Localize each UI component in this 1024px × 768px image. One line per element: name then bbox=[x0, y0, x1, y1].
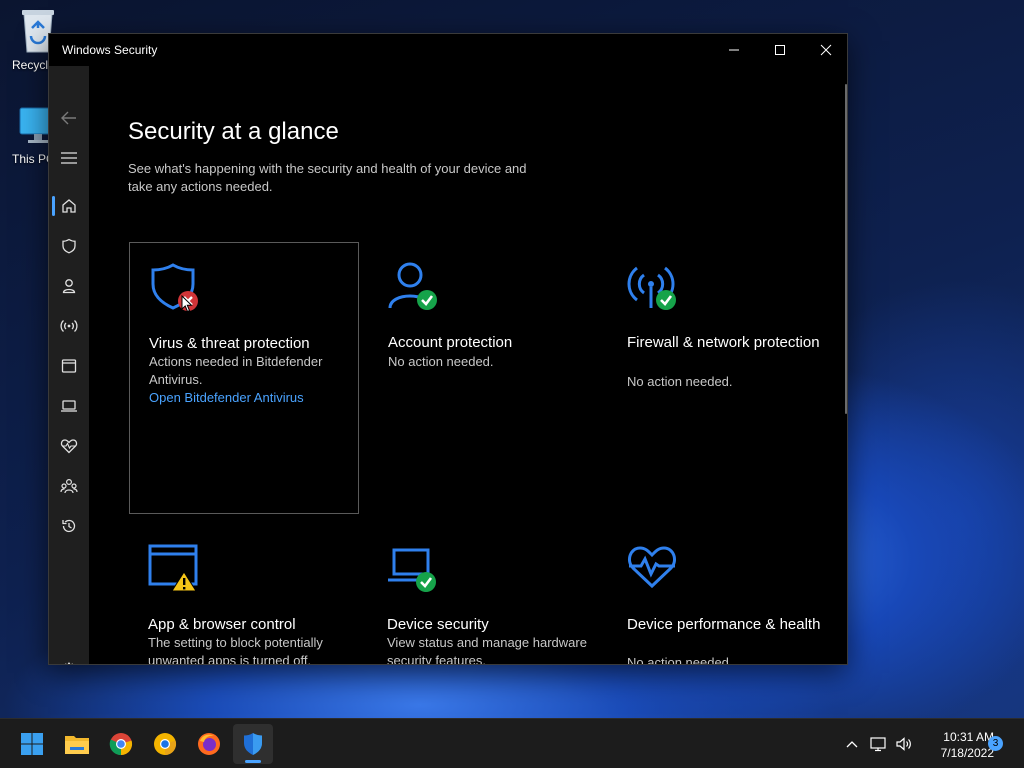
tray-network-button[interactable] bbox=[868, 719, 890, 768]
nav-item-family[interactable] bbox=[49, 466, 89, 506]
tile-description: No action needed. bbox=[627, 374, 733, 389]
person-icon bbox=[388, 262, 437, 310]
taskbar-firefox[interactable] bbox=[189, 724, 229, 764]
notification-badge[interactable]: 3 bbox=[988, 736, 1003, 751]
page-subtitle: See what's happening with the security a… bbox=[128, 161, 527, 194]
navigation-rail bbox=[49, 66, 89, 664]
taskbar: 10:31 AM 7/18/2022 bbox=[0, 718, 1024, 768]
back-arrow-icon bbox=[61, 111, 76, 125]
taskbar-chrome[interactable] bbox=[101, 724, 141, 764]
tile-firewall-network-protection[interactable]: Firewall & network protection No action … bbox=[608, 242, 838, 514]
nav-item-settings[interactable] bbox=[49, 650, 89, 664]
windows-security-window: Windows Security Security at a glance Se… bbox=[48, 33, 848, 665]
tile-title: Virus & threat protection bbox=[149, 335, 310, 352]
app-window-icon bbox=[61, 359, 77, 373]
start-button[interactable] bbox=[12, 724, 52, 764]
nav-item-app-browser[interactable] bbox=[49, 346, 89, 386]
history-icon bbox=[62, 519, 76, 533]
antenna-icon bbox=[627, 266, 676, 310]
hamburger-menu-icon bbox=[61, 152, 77, 164]
vertical-scrollbar[interactable] bbox=[845, 84, 847, 414]
tile-description: The setting to block potentially unwante… bbox=[148, 635, 323, 665]
nav-item-home[interactable] bbox=[49, 186, 89, 226]
firefox-icon bbox=[198, 733, 220, 755]
title-bar[interactable]: Windows Security bbox=[49, 34, 847, 66]
tile-virus-threat-protection[interactable]: Virus & threat protection Actions needed… bbox=[129, 242, 359, 514]
tile-title: App & browser control bbox=[148, 616, 296, 633]
antenna-icon bbox=[60, 320, 78, 332]
shield-icon bbox=[244, 733, 262, 755]
tile-description: View status and manage hardware security… bbox=[387, 635, 587, 665]
tile-title: Account protection bbox=[388, 334, 513, 351]
nav-item-device-security[interactable] bbox=[49, 386, 89, 426]
network-icon bbox=[870, 737, 886, 752]
home-icon bbox=[62, 199, 76, 213]
minimize-icon bbox=[729, 49, 739, 51]
heart-pulse-icon bbox=[60, 439, 78, 454]
shield-icon bbox=[151, 263, 198, 311]
laptop-icon bbox=[61, 400, 77, 412]
chrome-icon bbox=[109, 733, 133, 756]
open-bitdefender-link[interactable]: Open Bitdefender Antivirus bbox=[149, 389, 359, 407]
nav-item-firewall[interactable] bbox=[49, 306, 89, 346]
gear-icon bbox=[65, 662, 73, 664]
tray-volume-button[interactable] bbox=[893, 719, 915, 768]
mouse-cursor-icon bbox=[181, 295, 193, 313]
volume-icon bbox=[896, 737, 911, 751]
shield-icon bbox=[62, 238, 76, 254]
person-icon bbox=[62, 279, 76, 294]
window-title: Windows Security bbox=[62, 43, 158, 57]
clock-date: 7/18/2022 bbox=[940, 746, 994, 760]
nav-menu-button[interactable] bbox=[49, 138, 89, 178]
tile-device-security[interactable]: Device security View status and manage h… bbox=[368, 524, 598, 665]
page-title: Security at a glance bbox=[128, 118, 339, 145]
nav-item-virus-threat[interactable] bbox=[49, 226, 89, 266]
close-button[interactable] bbox=[803, 34, 847, 66]
minimize-button[interactable] bbox=[711, 34, 757, 66]
taskbar-windows-security[interactable] bbox=[233, 724, 273, 764]
tile-title: Firewall & network protection bbox=[627, 334, 820, 351]
maximize-button[interactable] bbox=[757, 34, 803, 66]
close-icon bbox=[820, 44, 832, 56]
folder-icon bbox=[65, 736, 89, 754]
nav-item-device-performance[interactable] bbox=[49, 426, 89, 466]
nav-item-account[interactable] bbox=[49, 266, 89, 306]
chevron-up-icon bbox=[846, 741, 858, 748]
taskbar-chrome-canary[interactable] bbox=[145, 724, 185, 764]
app-window-icon bbox=[148, 544, 198, 592]
tile-account-protection[interactable]: Account protection No action needed. bbox=[369, 242, 599, 514]
nav-item-history[interactable] bbox=[49, 506, 89, 546]
maximize-icon bbox=[775, 45, 785, 55]
tile-description: No action needed. bbox=[388, 354, 494, 369]
taskbar-file-explorer[interactable] bbox=[57, 724, 97, 764]
laptop-icon bbox=[388, 548, 436, 592]
windows-start-icon bbox=[21, 733, 43, 755]
chrome-canary-icon bbox=[154, 733, 177, 756]
tile-title: Device performance & health bbox=[627, 616, 821, 633]
family-icon bbox=[60, 478, 78, 494]
tile-title: Device security bbox=[387, 616, 489, 633]
tile-description: No action needed. bbox=[627, 655, 733, 665]
tile-app-browser-control[interactable]: App & browser control The setting to blo… bbox=[129, 524, 359, 665]
tile-device-performance-health[interactable]: Device performance & health No action ne… bbox=[608, 524, 838, 665]
clock-time: 10:31 AM bbox=[943, 730, 994, 744]
tile-description: Actions needed in Bitdefender Antivirus. bbox=[149, 354, 323, 387]
heart-pulse-icon bbox=[628, 546, 676, 589]
nav-back-button[interactable] bbox=[49, 98, 89, 138]
taskbar-clock[interactable]: 10:31 AM 7/18/2022 bbox=[916, 729, 994, 761]
tray-overflow-button[interactable] bbox=[842, 719, 862, 768]
main-content: Security at a glance See what's happenin… bbox=[89, 66, 847, 665]
